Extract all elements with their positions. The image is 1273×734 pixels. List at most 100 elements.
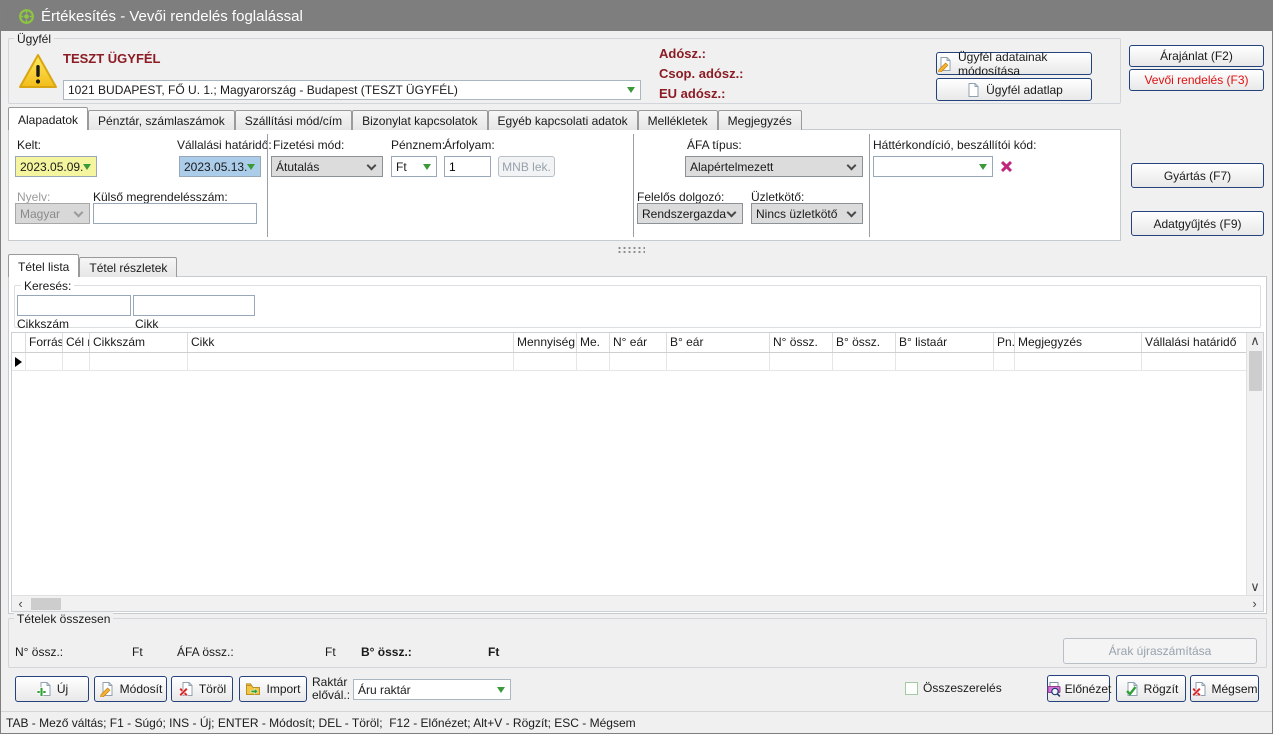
delete-label: Töröl	[199, 682, 226, 696]
chevron-down-icon	[627, 87, 635, 93]
delete-icon	[178, 681, 194, 697]
external-order-label: Külső megrendelésszám:	[93, 190, 228, 204]
production-label: Gyártás (F7)	[1164, 169, 1231, 183]
save-button[interactable]: Rögzít	[1116, 675, 1186, 702]
vertical-scroll-thumb[interactable]	[1249, 351, 1262, 391]
warehouse-preselect-combo[interactable]: Áru raktár	[353, 679, 511, 700]
chevron-down-icon	[367, 160, 377, 170]
search-item-caption: Cikk	[135, 317, 158, 331]
col-brutto-ossz[interactable]: B° össz.	[833, 333, 896, 352]
net-total-currency: Ft	[132, 645, 143, 659]
scroll-down-icon[interactable]: ∨	[1247, 579, 1264, 595]
currency-select[interactable]: Ft	[391, 156, 437, 177]
tab-penztar-szamlaszamok[interactable]: Pénztár, számlaszámok	[88, 110, 235, 130]
form-separator	[633, 134, 634, 237]
splitter-grip[interactable]	[617, 246, 645, 254]
vat-type-select[interactable]: Alapértelmezett	[685, 156, 863, 177]
modify-button[interactable]: Módosít	[94, 676, 167, 702]
tab-mellekletek[interactable]: Mellékletek	[638, 110, 718, 130]
search-item-input[interactable]	[133, 295, 255, 316]
date-picker[interactable]: 2023.05.09.	[15, 156, 97, 177]
titlebar[interactable]: Értékesítés - Vevői rendelés foglalással	[1, 1, 1273, 31]
external-order-input[interactable]	[93, 203, 257, 224]
chevron-down-icon	[423, 164, 431, 170]
cancel-button[interactable]: Mégsem	[1190, 675, 1259, 702]
col-netto-ossz[interactable]: N° össz.	[770, 333, 833, 352]
scroll-left-icon[interactable]: ‹	[12, 596, 29, 612]
language-value: Magyar	[16, 207, 75, 221]
import-button[interactable]: Import	[239, 676, 307, 702]
assembly-checkbox[interactable]	[905, 682, 918, 695]
col-megjegyzes[interactable]: Megjegyzés	[1015, 333, 1142, 352]
tab-bizonylat-kapcsolatok[interactable]: Bizonylat kapcsolatok	[352, 110, 487, 130]
payment-method-label: Fizetési mód:	[273, 138, 344, 152]
table-row[interactable]	[12, 353, 1246, 371]
deadline-picker[interactable]: 2023.05.13.	[179, 156, 261, 177]
search-item-number-input[interactable]	[17, 295, 131, 316]
chevron-down-icon	[74, 207, 84, 217]
scroll-right-icon[interactable]: ›	[1246, 596, 1263, 612]
preview-button[interactable]: Előnézet	[1047, 675, 1110, 702]
chevron-down-icon	[847, 160, 857, 170]
tab-egyeb-kapcsolati-adatok[interactable]: Egyéb kapcsolati adatok	[488, 110, 638, 130]
document-icon	[965, 82, 981, 98]
tab-alapadatok[interactable]: Alapadatok	[8, 107, 88, 130]
customer-address-value: 1021 BUDAPEST, FŐ U. 1.; Magyarország - …	[64, 81, 627, 99]
horizontal-scroll-thumb[interactable]	[31, 598, 61, 610]
col-vallalasi-hatarido[interactable]: Vállalási határidő	[1142, 333, 1246, 352]
language-label: Nyelv:	[17, 190, 50, 204]
tab-tetel-lista[interactable]: Tétel lista	[8, 254, 79, 277]
payment-method-select[interactable]: Átutalás	[271, 156, 383, 177]
col-me[interactable]: Me.	[577, 333, 610, 352]
tab-szallitasi-mod-cim[interactable]: Szállítási mód/cím	[235, 110, 352, 130]
data-collection-button[interactable]: Adatgyűjtés (F9)	[1131, 211, 1264, 236]
background-condition-select[interactable]	[873, 156, 993, 177]
group-tax-number-label: Csop. adósz.:	[659, 66, 744, 81]
production-button[interactable]: Gyártás (F7)	[1131, 163, 1264, 188]
table-header: Forrás Cél rak Cikkszám Cikk Mennyiség M…	[12, 333, 1246, 353]
col-forras[interactable]: Forrás	[26, 333, 63, 352]
customer-order-label: Vevői rendelés (F3)	[1144, 73, 1248, 87]
new-label: Új	[57, 682, 68, 696]
quote-button[interactable]: Árajánlat (F2)	[1129, 45, 1264, 67]
col-brutto-listaar[interactable]: B° listaár	[896, 333, 994, 352]
col-cikk[interactable]: Cikk	[188, 333, 514, 352]
tab-megjegyzes[interactable]: Megjegyzés	[718, 110, 802, 130]
customer-modify-button[interactable]: Ügyfél adatainak módosítása	[936, 52, 1092, 75]
new-button[interactable]: Új	[15, 676, 89, 702]
customer-datasheet-button[interactable]: Ügyfél adatlap	[936, 78, 1092, 101]
eu-tax-number-label: EU adósz.:	[659, 86, 725, 101]
gross-total-label: B° össz.:	[361, 645, 412, 659]
col-cel-raktar[interactable]: Cél rak	[63, 333, 90, 352]
col-mennyiseg[interactable]: Mennyiség	[514, 333, 577, 352]
recalculate-prices-button[interactable]: Árak újraszámítása	[1063, 638, 1257, 664]
col-cikkszam[interactable]: Cikkszám	[90, 333, 188, 352]
app-icon	[18, 8, 35, 25]
items-tab-strip: Tétel lista Tétel részletek	[8, 254, 177, 277]
save-label: Rögzít	[1144, 682, 1179, 696]
vertical-scrollbar[interactable]: ∧ ∨	[1246, 333, 1263, 595]
quote-label: Árajánlat (F2)	[1160, 49, 1233, 63]
horizontal-scrollbar[interactable]: ‹ ›	[12, 595, 1263, 611]
customer-address-combo[interactable]: 1021 BUDAPEST, FŐ U. 1.; Magyarország - …	[63, 80, 641, 100]
vat-type-label: ÁFA típus:	[687, 138, 742, 152]
col-brutto-ear[interactable]: B° eár	[667, 333, 770, 352]
row-marker-icon	[15, 357, 22, 367]
exchange-rate-input[interactable]	[444, 156, 491, 177]
clear-icon[interactable]	[998, 158, 1015, 175]
scroll-up-icon[interactable]: ∧	[1247, 333, 1264, 349]
customer-datasheet-label: Ügyfél adatlap	[986, 83, 1063, 97]
col-netto-ear[interactable]: N° eár	[610, 333, 667, 352]
customer-order-button[interactable]: Vevői rendelés (F3)	[1129, 69, 1264, 91]
warning-icon	[17, 52, 59, 91]
responsible-employee-select[interactable]: Rendszergazda Gé	[637, 203, 743, 224]
assembly-checkbox-label: Összeszerelés	[923, 681, 1002, 695]
delete-button[interactable]: Töröl	[171, 676, 233, 702]
responsible-employee-value: Rendszergazda Gé	[638, 207, 728, 221]
tab-tetel-reszletek[interactable]: Tétel részletek	[79, 257, 177, 277]
language-select: Magyar	[15, 203, 90, 224]
col-pn[interactable]: Pn.	[994, 333, 1015, 352]
sales-agent-select[interactable]: Nincs üzletkötő	[751, 203, 863, 224]
mnb-query-button[interactable]: MNB lek.	[498, 156, 555, 177]
col-marker[interactable]	[12, 333, 26, 352]
